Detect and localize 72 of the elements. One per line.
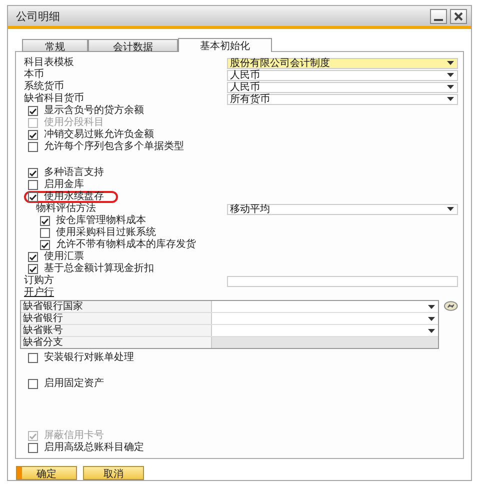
dropdown-field[interactable]: 人民币 <box>227 82 458 92</box>
checkbox-label: 显示含负号的贷方余额 <box>44 105 144 116</box>
caret-icon <box>428 304 436 308</box>
checkbox-label: 允许每个序列包含多个单据类型 <box>44 141 184 153</box>
dropdown-field[interactable]: 移动平均 <box>227 204 458 214</box>
caret-icon <box>447 207 454 211</box>
checkbox[interactable] <box>28 353 38 363</box>
checkbox-label: 允许不带有物料成本的库存发货 <box>56 239 196 251</box>
checkbox-label: 启用固定资产 <box>44 378 104 390</box>
checkbox-label: 安装银行对账单处理 <box>44 352 134 364</box>
caret-icon <box>447 61 454 65</box>
table-cell: 缺省银行 <box>21 313 212 324</box>
table-cell: 缺省账号 <box>21 325 212 336</box>
checkbox[interactable] <box>28 180 38 190</box>
checkbox[interactable] <box>40 228 50 238</box>
close-icon <box>454 12 463 20</box>
field-label: 缺省科目货币 <box>24 93 85 104</box>
field-label: 科目表模板 <box>24 57 75 68</box>
checkbox[interactable] <box>28 106 38 116</box>
minimize-icon <box>434 18 443 20</box>
section-heading: 开户行 <box>24 287 54 299</box>
checkbox-label: 启用金库 <box>44 179 84 190</box>
close-button[interactable] <box>450 8 467 24</box>
checkbox-label: 启用高级总账科目确定 <box>44 442 144 454</box>
tab[interactable]: 会计数据 <box>88 39 178 52</box>
checkmark-icon <box>29 432 37 440</box>
checkbox[interactable] <box>40 240 50 250</box>
field-label: 物料评估方法 <box>36 203 97 214</box>
checkbox[interactable] <box>28 168 38 178</box>
field-label: 系统货币 <box>24 81 65 92</box>
minimize-button[interactable] <box>430 8 447 24</box>
ok-button[interactable]: 确定 <box>16 466 77 480</box>
checkbox-label: 基于总金额计算现金折扣 <box>44 263 154 274</box>
link-icon[interactable] <box>444 301 458 311</box>
checkbox-label: 使用永续盘存 <box>44 191 104 202</box>
dropdown-field[interactable]: 所有货币 <box>227 94 458 104</box>
checkmark-icon <box>29 194 37 200</box>
dropdown-field[interactable]: 人民币 <box>227 70 458 80</box>
checkbox-label: 使用汇票 <box>44 251 84 262</box>
checkmark-icon <box>41 218 49 224</box>
cancel-button[interactable]: 取消 <box>83 466 144 480</box>
checkbox-label: 按仓库管理物料成本 <box>56 215 146 226</box>
window-title: 公司明细 <box>16 8 61 24</box>
caret-icon <box>428 328 436 332</box>
checkbox[interactable] <box>28 142 38 152</box>
tab[interactable]: 基本初始化 <box>178 38 272 52</box>
checkbox[interactable] <box>28 252 38 262</box>
checkbox[interactable] <box>28 379 38 389</box>
checkbox[interactable] <box>40 216 50 226</box>
input-field[interactable] <box>227 276 458 286</box>
tab[interactable]: 常规 <box>22 39 88 52</box>
dropdown-field[interactable]: 股份有限公司会计制度 <box>227 58 458 68</box>
field-label: 订购方 <box>24 275 55 286</box>
caret-icon <box>428 316 436 320</box>
checkbox[interactable] <box>28 130 38 140</box>
checkmark-icon <box>29 132 37 138</box>
checkbox[interactable] <box>28 443 38 453</box>
caret-icon <box>447 85 454 89</box>
checkbox[interactable] <box>28 264 38 274</box>
field-label: 本币 <box>24 69 45 80</box>
checkbox-label: 冲销交易过账允许负金额 <box>44 129 154 140</box>
caret-icon <box>447 97 454 101</box>
checkmark-icon <box>29 108 37 114</box>
checkbox[interactable] <box>28 192 38 202</box>
checkbox-label: 屏蔽信用卡号 <box>44 430 104 442</box>
caret-icon <box>447 73 454 77</box>
checkmark-icon <box>29 170 37 176</box>
table-cell: 缺省分支 <box>21 337 212 348</box>
table-cell: 缺省银行国家 <box>21 301 212 312</box>
checkbox-label: 多种语言支持 <box>44 167 104 178</box>
checkbox-label: 使用采购科目过账系统 <box>56 227 156 238</box>
checkbox-label: 使用分段科目 <box>44 117 104 128</box>
